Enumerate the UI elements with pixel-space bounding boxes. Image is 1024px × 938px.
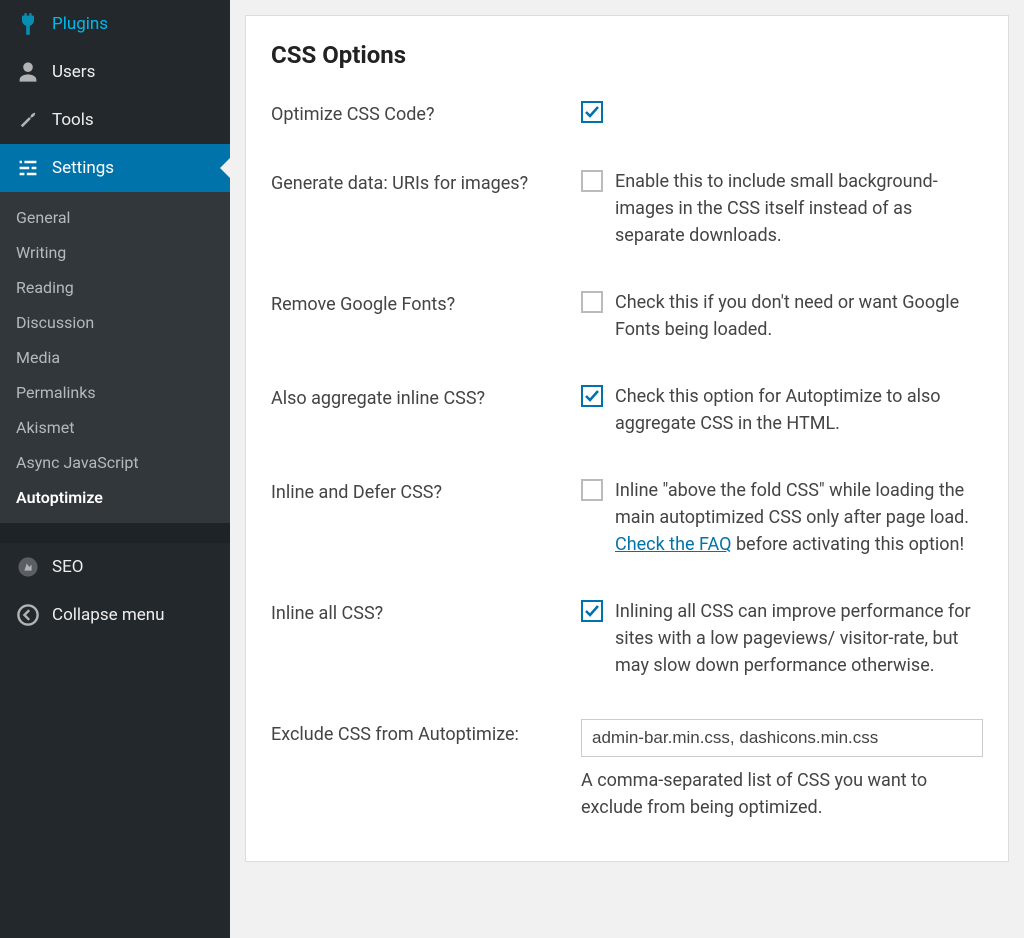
row-remove-google-fonts: Remove Google Fonts? Check this if you d…	[271, 289, 983, 343]
desc-aggregate-inline: Check this option for Autoptimize to als…	[615, 383, 983, 437]
label-inline-all: Inline all CSS?	[271, 598, 581, 627]
sidebar-item-label: Plugins	[52, 14, 108, 34]
checkbox-inline-all[interactable]	[581, 600, 603, 622]
checkbox-remove-google-fonts[interactable]	[581, 291, 603, 313]
row-inline-defer: Inline and Defer CSS? Inline "above the …	[271, 477, 983, 558]
sidebar-item-tools[interactable]: Tools	[0, 96, 230, 144]
sidebar-item-label: SEO	[52, 557, 83, 577]
submenu-item-permalinks[interactable]: Permalinks	[0, 375, 230, 410]
sidebar-item-label: Collapse menu	[52, 605, 165, 625]
row-data-uris: Generate data: URIs for images? Enable t…	[271, 168, 983, 249]
desc-inline-defer: Inline "above the fold CSS" while loadin…	[615, 477, 983, 558]
sidebar-item-users[interactable]: Users	[0, 48, 230, 96]
checkbox-optimize-css[interactable]	[581, 101, 603, 123]
seo-icon	[16, 555, 40, 579]
submenu-item-general[interactable]: General	[0, 200, 230, 235]
faq-link[interactable]: Check the FAQ	[615, 534, 731, 555]
desc-remove-google-fonts: Check this if you don't need or want Goo…	[615, 289, 983, 343]
submenu-item-media[interactable]: Media	[0, 340, 230, 375]
label-optimize-css: Optimize CSS Code?	[271, 99, 581, 128]
admin-sidebar: Plugins Users Tools Settings General Wri…	[0, 0, 230, 938]
label-aggregate-inline: Also aggregate inline CSS?	[271, 383, 581, 412]
submenu-item-writing[interactable]: Writing	[0, 235, 230, 270]
sidebar-item-plugins[interactable]: Plugins	[0, 0, 230, 48]
label-exclude-css: Exclude CSS from Autoptimize:	[271, 719, 581, 748]
desc-exclude-css: A comma-separated list of CSS you want t…	[581, 767, 983, 821]
desc-data-uris: Enable this to include small background-…	[615, 168, 983, 249]
sidebar-item-label: Tools	[52, 110, 94, 130]
user-icon	[16, 60, 40, 84]
sliders-icon	[16, 156, 40, 180]
settings-submenu: General Writing Reading Discussion Media…	[0, 192, 230, 523]
label-inline-defer: Inline and Defer CSS?	[271, 477, 581, 506]
wrench-icon	[16, 108, 40, 132]
collapse-icon	[16, 603, 40, 627]
submenu-item-akismet[interactable]: Akismet	[0, 410, 230, 445]
plugin-icon	[16, 12, 40, 36]
sidebar-spacer	[0, 523, 230, 543]
panel-title: CSS Options	[271, 41, 983, 69]
exclude-css-input[interactable]	[581, 719, 983, 757]
sidebar-item-label: Users	[52, 62, 95, 82]
submenu-item-async-javascript[interactable]: Async JavaScript	[0, 445, 230, 480]
css-options-panel: CSS Options Optimize CSS Code? Generate …	[245, 15, 1009, 862]
row-exclude-css: Exclude CSS from Autoptimize: A comma-se…	[271, 719, 983, 821]
submenu-item-autoptimize[interactable]: Autoptimize	[0, 480, 230, 515]
submenu-item-reading[interactable]: Reading	[0, 270, 230, 305]
desc-inline-all: Inlining all CSS can improve performance…	[615, 598, 983, 679]
sidebar-item-seo[interactable]: SEO	[0, 543, 230, 591]
sidebar-item-settings[interactable]: Settings	[0, 144, 230, 192]
main-content: CSS Options Optimize CSS Code? Generate …	[230, 0, 1024, 938]
submenu-item-discussion[interactable]: Discussion	[0, 305, 230, 340]
label-remove-google-fonts: Remove Google Fonts?	[271, 289, 581, 318]
row-optimize-css: Optimize CSS Code?	[271, 99, 983, 128]
checkbox-inline-defer[interactable]	[581, 479, 603, 501]
checkbox-data-uris[interactable]	[581, 170, 603, 192]
checkbox-aggregate-inline[interactable]	[581, 385, 603, 407]
row-aggregate-inline: Also aggregate inline CSS? Check this op…	[271, 383, 983, 437]
sidebar-item-collapse[interactable]: Collapse menu	[0, 591, 230, 639]
label-data-uris: Generate data: URIs for images?	[271, 168, 581, 197]
row-inline-all: Inline all CSS? Inlining all CSS can imp…	[271, 598, 983, 679]
sidebar-item-label: Settings	[52, 158, 114, 178]
